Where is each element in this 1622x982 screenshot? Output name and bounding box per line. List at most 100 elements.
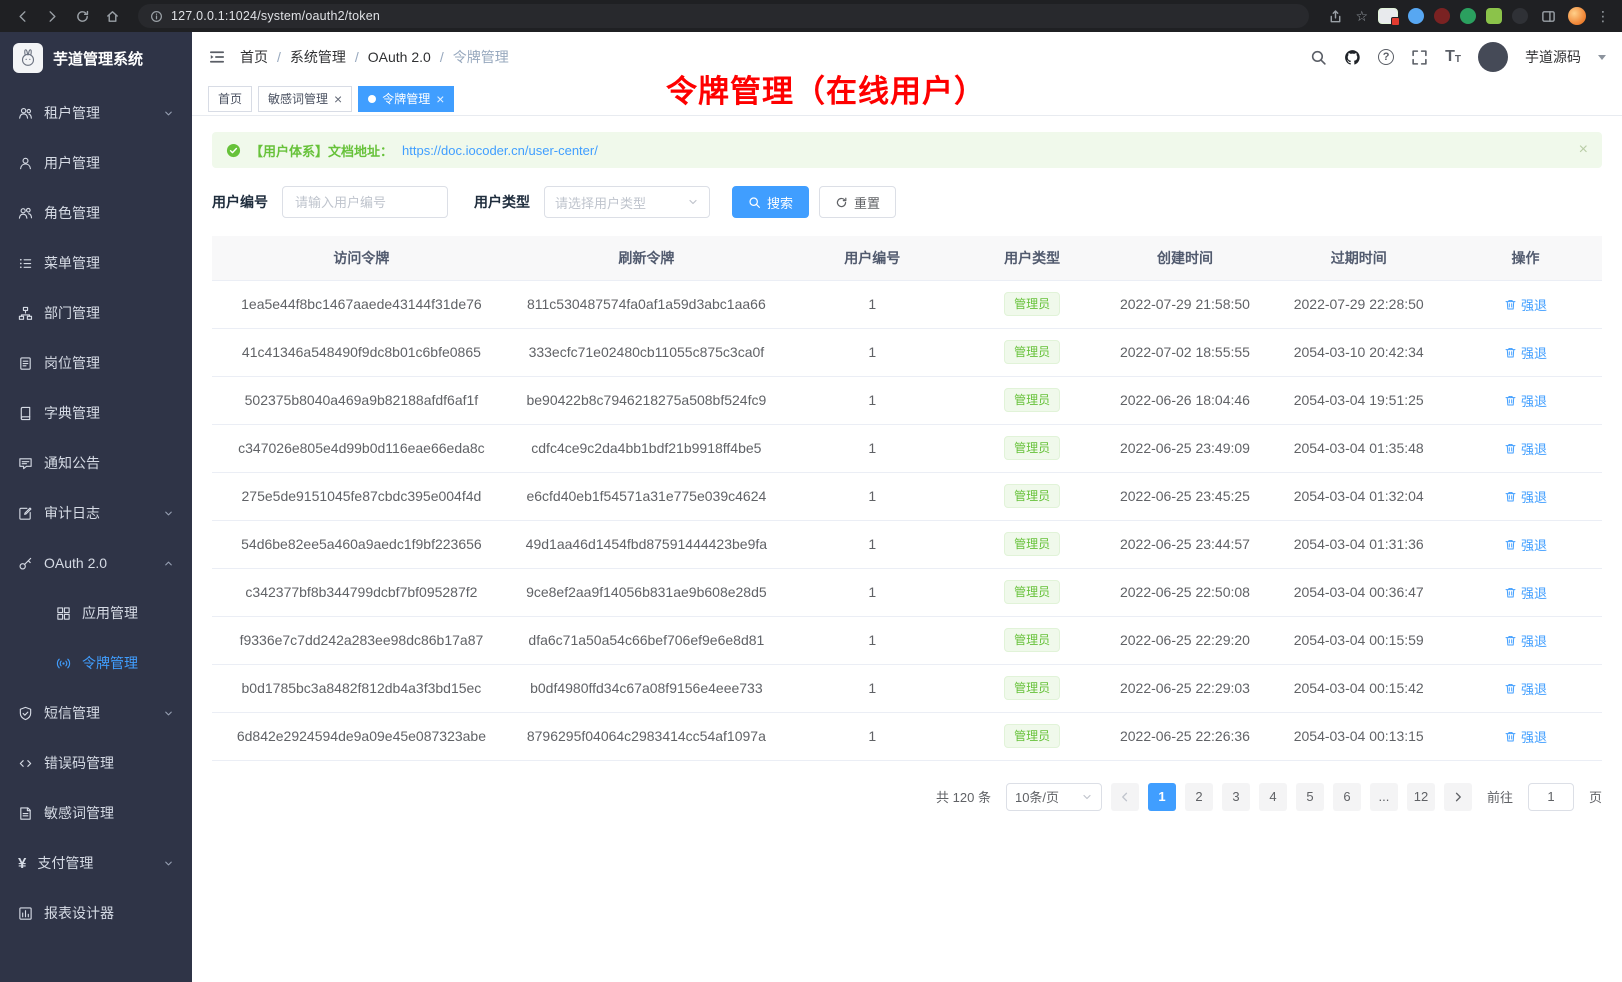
address-bar[interactable]: 127.0.0.1:1024/system/oauth2/token xyxy=(138,4,1309,28)
page-button[interactable]: 3 xyxy=(1222,783,1250,811)
sidebar-item-audit-log[interactable]: 审计日志 xyxy=(0,488,192,538)
sidebar-item-role[interactable]: 角色管理 xyxy=(0,188,192,238)
extension-icon[interactable] xyxy=(1486,8,1502,24)
sidebar-item-oauth2-app[interactable]: 应用管理 xyxy=(0,588,192,638)
github-icon[interactable] xyxy=(1344,49,1361,66)
sidebar-item-post[interactable]: 岗位管理 xyxy=(0,338,192,388)
breadcrumb-item[interactable]: 系统管理 xyxy=(290,47,346,67)
breadcrumb-item[interactable]: 首页 xyxy=(240,47,268,67)
sidebar-item-notice[interactable]: 通知公告 xyxy=(0,438,192,488)
user-type-badge: 管理员 xyxy=(1004,340,1060,364)
fullscreen-icon[interactable] xyxy=(1411,49,1428,66)
force-logout-button[interactable]: 强退 xyxy=(1504,487,1547,506)
goto-suffix: 页 xyxy=(1589,787,1602,806)
force-logout-button[interactable]: 强退 xyxy=(1504,439,1547,458)
sidebar-toggle-icon[interactable] xyxy=(208,48,226,66)
force-logout-button[interactable]: 强退 xyxy=(1504,631,1547,650)
app-logo[interactable]: 芋道管理系统 xyxy=(0,32,192,84)
prev-page-button[interactable] xyxy=(1111,783,1139,811)
forward-icon[interactable] xyxy=(42,6,62,26)
sidebar-item-oauth2[interactable]: OAuth 2.0 xyxy=(0,538,192,588)
sidebar-item-sensitive-word[interactable]: 敏感词管理 xyxy=(0,788,192,838)
person-icon xyxy=(18,156,33,171)
sidebar-item-oauth2-token[interactable]: 令牌管理 xyxy=(0,638,192,688)
sidebar-item-dept[interactable]: 部门管理 xyxy=(0,288,192,338)
close-icon[interactable]: × xyxy=(1579,142,1588,158)
bookmark-star-icon[interactable]: ☆ xyxy=(1355,9,1368,23)
reset-button-label: 重置 xyxy=(854,193,880,212)
pagination: 共 120 条 10条/页 123456...12 前往 页 xyxy=(212,783,1602,835)
font-size-icon[interactable]: TT xyxy=(1445,49,1461,65)
chevron-down-icon[interactable] xyxy=(1598,55,1606,60)
close-icon[interactable]: × xyxy=(334,92,342,106)
share-icon[interactable] xyxy=(1325,6,1345,26)
table-row: 54d6be82ee5a460a9aedc1f9bf22365649d1aa46… xyxy=(212,520,1602,568)
sidebar-item-sms[interactable]: 短信管理 xyxy=(0,688,192,738)
extension-icon[interactable] xyxy=(1460,8,1476,24)
extension-icon[interactable] xyxy=(1434,8,1450,24)
force-logout-button[interactable]: 强退 xyxy=(1504,295,1547,314)
user-id-input[interactable] xyxy=(282,186,448,218)
tag-item[interactable]: 敏感词管理 × xyxy=(258,86,352,112)
sidebar: 芋道管理系统 租户管理用户管理角色管理菜单管理部门管理岗位管理字典管理通知公告审… xyxy=(0,32,192,982)
sidebar-item-pay[interactable]: ¥支付管理 xyxy=(0,838,192,888)
close-icon[interactable]: × xyxy=(436,92,444,106)
force-logout-label: 强退 xyxy=(1521,343,1547,362)
extension-icon[interactable] xyxy=(1378,8,1398,24)
create-time-cell: 2022-06-25 22:50:08 xyxy=(1102,568,1269,616)
sidebar-item-user[interactable]: 用户管理 xyxy=(0,138,192,188)
home-icon[interactable] xyxy=(102,6,122,26)
search-button[interactable]: 搜索 xyxy=(732,186,809,218)
user-id-label: 用户编号 xyxy=(212,192,268,212)
sidebar-item-report-designer[interactable]: 报表设计器 xyxy=(0,888,192,938)
sidebar-item-tenant[interactable]: 租户管理 xyxy=(0,88,192,138)
user-type-select[interactable]: 请选择用户类型 xyxy=(544,186,710,218)
force-logout-button[interactable]: 强退 xyxy=(1504,679,1547,698)
page-button[interactable]: 2 xyxy=(1185,783,1213,811)
user-name[interactable]: 芋道源码 xyxy=(1525,47,1581,67)
force-logout-label: 强退 xyxy=(1521,727,1547,746)
refresh-token-cell: 49d1aa46d1454fbd87591444423be9fa xyxy=(511,520,782,568)
force-logout-button[interactable]: 强退 xyxy=(1504,727,1547,746)
reload-icon[interactable] xyxy=(72,6,92,26)
help-icon[interactable]: ? xyxy=(1378,49,1394,65)
expire-time-cell: 2054-03-04 01:32:04 xyxy=(1268,472,1449,520)
site-info-icon[interactable] xyxy=(150,10,163,23)
extension-icon[interactable] xyxy=(1512,8,1528,24)
page-button[interactable]: 5 xyxy=(1296,783,1324,811)
next-page-button[interactable] xyxy=(1444,783,1472,811)
page-size-select[interactable]: 10条/页 xyxy=(1006,783,1102,811)
page-button[interactable]: 12 xyxy=(1407,783,1435,811)
tag-item[interactable]: 首页 xyxy=(208,86,252,112)
reset-button[interactable]: 重置 xyxy=(819,186,896,218)
force-logout-button[interactable]: 强退 xyxy=(1504,583,1547,602)
tag-label: 敏感词管理 xyxy=(268,90,328,107)
page-button[interactable]: 4 xyxy=(1259,783,1287,811)
page-ellipsis[interactable]: ... xyxy=(1370,783,1398,811)
extension-icon[interactable] xyxy=(1408,8,1424,24)
browser-menu-icon[interactable]: ⋮ xyxy=(1596,9,1610,23)
user-id-cell: 1 xyxy=(782,520,963,568)
back-icon[interactable] xyxy=(12,6,32,26)
sidebar-item-menu[interactable]: 菜单管理 xyxy=(0,238,192,288)
tag-item[interactable]: 令牌管理× xyxy=(358,86,454,112)
goto-page-input[interactable] xyxy=(1528,783,1574,811)
refresh-token-cell: be90422b8c7946218275a508bf524fc9 xyxy=(511,376,782,424)
sidebar-item-dict[interactable]: 字典管理 xyxy=(0,388,192,438)
sidebar-item-error-code[interactable]: 错误码管理 xyxy=(0,738,192,788)
page-button[interactable]: 6 xyxy=(1333,783,1361,811)
page-button[interactable]: 1 xyxy=(1148,783,1176,811)
access-token-cell: 54d6be82ee5a460a9aedc1f9bf223656 xyxy=(212,520,511,568)
browser-profile-avatar[interactable] xyxy=(1568,7,1586,25)
active-dot xyxy=(368,95,376,103)
user-avatar[interactable] xyxy=(1478,42,1508,72)
force-logout-button[interactable]: 强退 xyxy=(1504,343,1547,362)
doc-link[interactable]: https://doc.iocoder.cn/user-center/ xyxy=(402,143,598,158)
list-icon xyxy=(18,256,33,271)
force-logout-button[interactable]: 强退 xyxy=(1504,391,1547,410)
breadcrumb-item[interactable]: OAuth 2.0 xyxy=(368,49,431,65)
search-icon[interactable] xyxy=(1310,49,1327,66)
side-panel-icon[interactable] xyxy=(1538,6,1558,26)
refresh-token-cell: 8796295f04064c2983414cc54af1097a xyxy=(511,712,782,760)
force-logout-button[interactable]: 强退 xyxy=(1504,535,1547,554)
